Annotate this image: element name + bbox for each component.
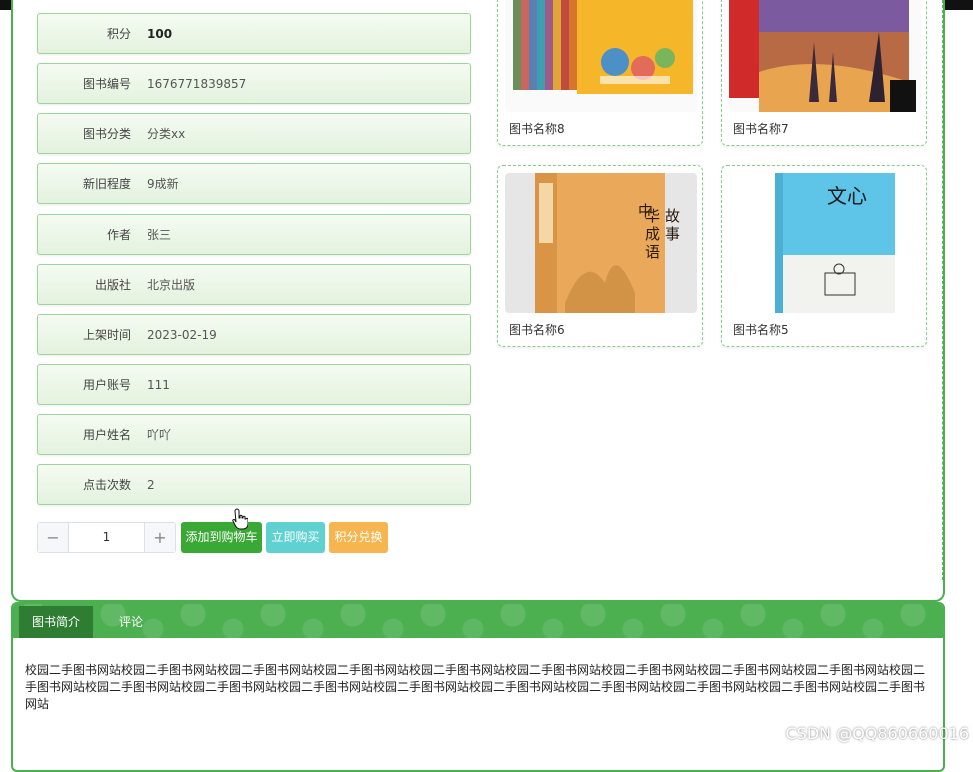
detail-value: 张三 [147, 228, 172, 242]
detail-row-author: 作者 张三 [37, 214, 471, 255]
detail-value: 北京出版 [147, 278, 196, 292]
description-text: 校园二手图书网站校园二手图书网站校园二手图书网站校园二手图书网站校园二手图书网站… [25, 663, 926, 711]
book-name: 图书名称6 [509, 323, 565, 337]
book-description-panel: 图书简介 评论 校园二手图书网站校园二手图书网站校园二手图书网站校园二手图书网站… [11, 602, 945, 772]
book-card-7[interactable]: 图书名称7 [721, 0, 927, 146]
book-card-5[interactable]: 文心 图书名称5 [721, 165, 927, 347]
detail-label: 出版社 [94, 278, 131, 292]
book-cover-image: 文心 [729, 173, 921, 313]
detail-row-category: 图书分类 分类xx [37, 113, 471, 154]
panel-dashed-edge [942, 0, 943, 580]
detail-label: 图书分类 [82, 127, 131, 141]
detail-value: 分类xx [147, 127, 186, 141]
tab-bar: 图书简介 评论 [13, 604, 943, 638]
detail-label: 新旧程度 [82, 177, 131, 191]
watermark: CSDN @QQ860660016 [785, 724, 969, 743]
detail-row-user-name: 用户姓名 吖吖 [37, 414, 471, 455]
svg-text:语: 语 [645, 243, 660, 261]
detail-label: 上架时间 [82, 328, 131, 342]
detail-row-points: 积分 100 [37, 13, 471, 54]
quantity-input[interactable]: 1 [69, 523, 144, 552]
svg-text:故: 故 [665, 207, 680, 225]
detail-value: 2 [147, 478, 155, 492]
svg-text:华: 华 [645, 207, 660, 225]
detail-label: 图书编号 [82, 77, 131, 91]
book-name: 图书名称7 [733, 122, 789, 136]
add-to-cart-button[interactable]: 添加到购物车 [181, 522, 262, 553]
book-name: 图书名称5 [733, 323, 789, 337]
svg-text:事: 事 [665, 225, 680, 243]
book-cover-image [505, 0, 697, 112]
detail-value: 100 [147, 27, 173, 41]
detail-row-condition: 新旧程度 9成新 [37, 163, 471, 204]
detail-value: 2023-02-19 [147, 328, 217, 342]
book-card-6[interactable]: 中 华 成 语 故 事 图书名称6 [497, 165, 703, 347]
detail-label: 作者 [106, 228, 131, 242]
book-cover-image: 中 华 成 语 故 事 [505, 173, 697, 313]
detail-row-listed-date: 上架时间 2023-02-19 [37, 314, 471, 355]
buy-now-button[interactable]: 立即购买 [266, 522, 325, 553]
detail-value: 9成新 [147, 177, 179, 191]
detail-row-click-count: 点击次数 2 [37, 464, 471, 505]
svg-text:成: 成 [645, 225, 660, 243]
detail-label: 用户账号 [82, 378, 131, 392]
book-cover-image [729, 0, 921, 112]
detail-value: 吖吖 [147, 428, 172, 442]
book-name: 图书名称8 [509, 122, 565, 136]
detail-label: 点击次数 [82, 478, 131, 492]
detail-row-publisher: 出版社 北京出版 [37, 264, 471, 305]
detail-value: 111 [147, 378, 170, 392]
points-exchange-button[interactable]: 积分兑换 [329, 522, 388, 553]
detail-row-book-id: 图书编号 1676771839857 [37, 63, 471, 104]
svg-text:文心: 文心 [827, 184, 867, 208]
book-card-8[interactable]: 图书名称8 [497, 0, 703, 146]
increase-quantity-button[interactable]: + [144, 523, 175, 552]
detail-value: 1676771839857 [147, 77, 247, 91]
hand-cursor-icon [232, 508, 248, 530]
quantity-stepper: − 1 + [37, 522, 176, 553]
tab-description[interactable]: 图书简介 [19, 606, 93, 638]
detail-label: 用户姓名 [82, 428, 131, 442]
detail-label: 积分 [106, 27, 131, 41]
tab-comments[interactable]: 评论 [101, 606, 161, 638]
detail-row-user-account: 用户账号 111 [37, 364, 471, 405]
decrease-quantity-button[interactable]: − [38, 523, 69, 552]
